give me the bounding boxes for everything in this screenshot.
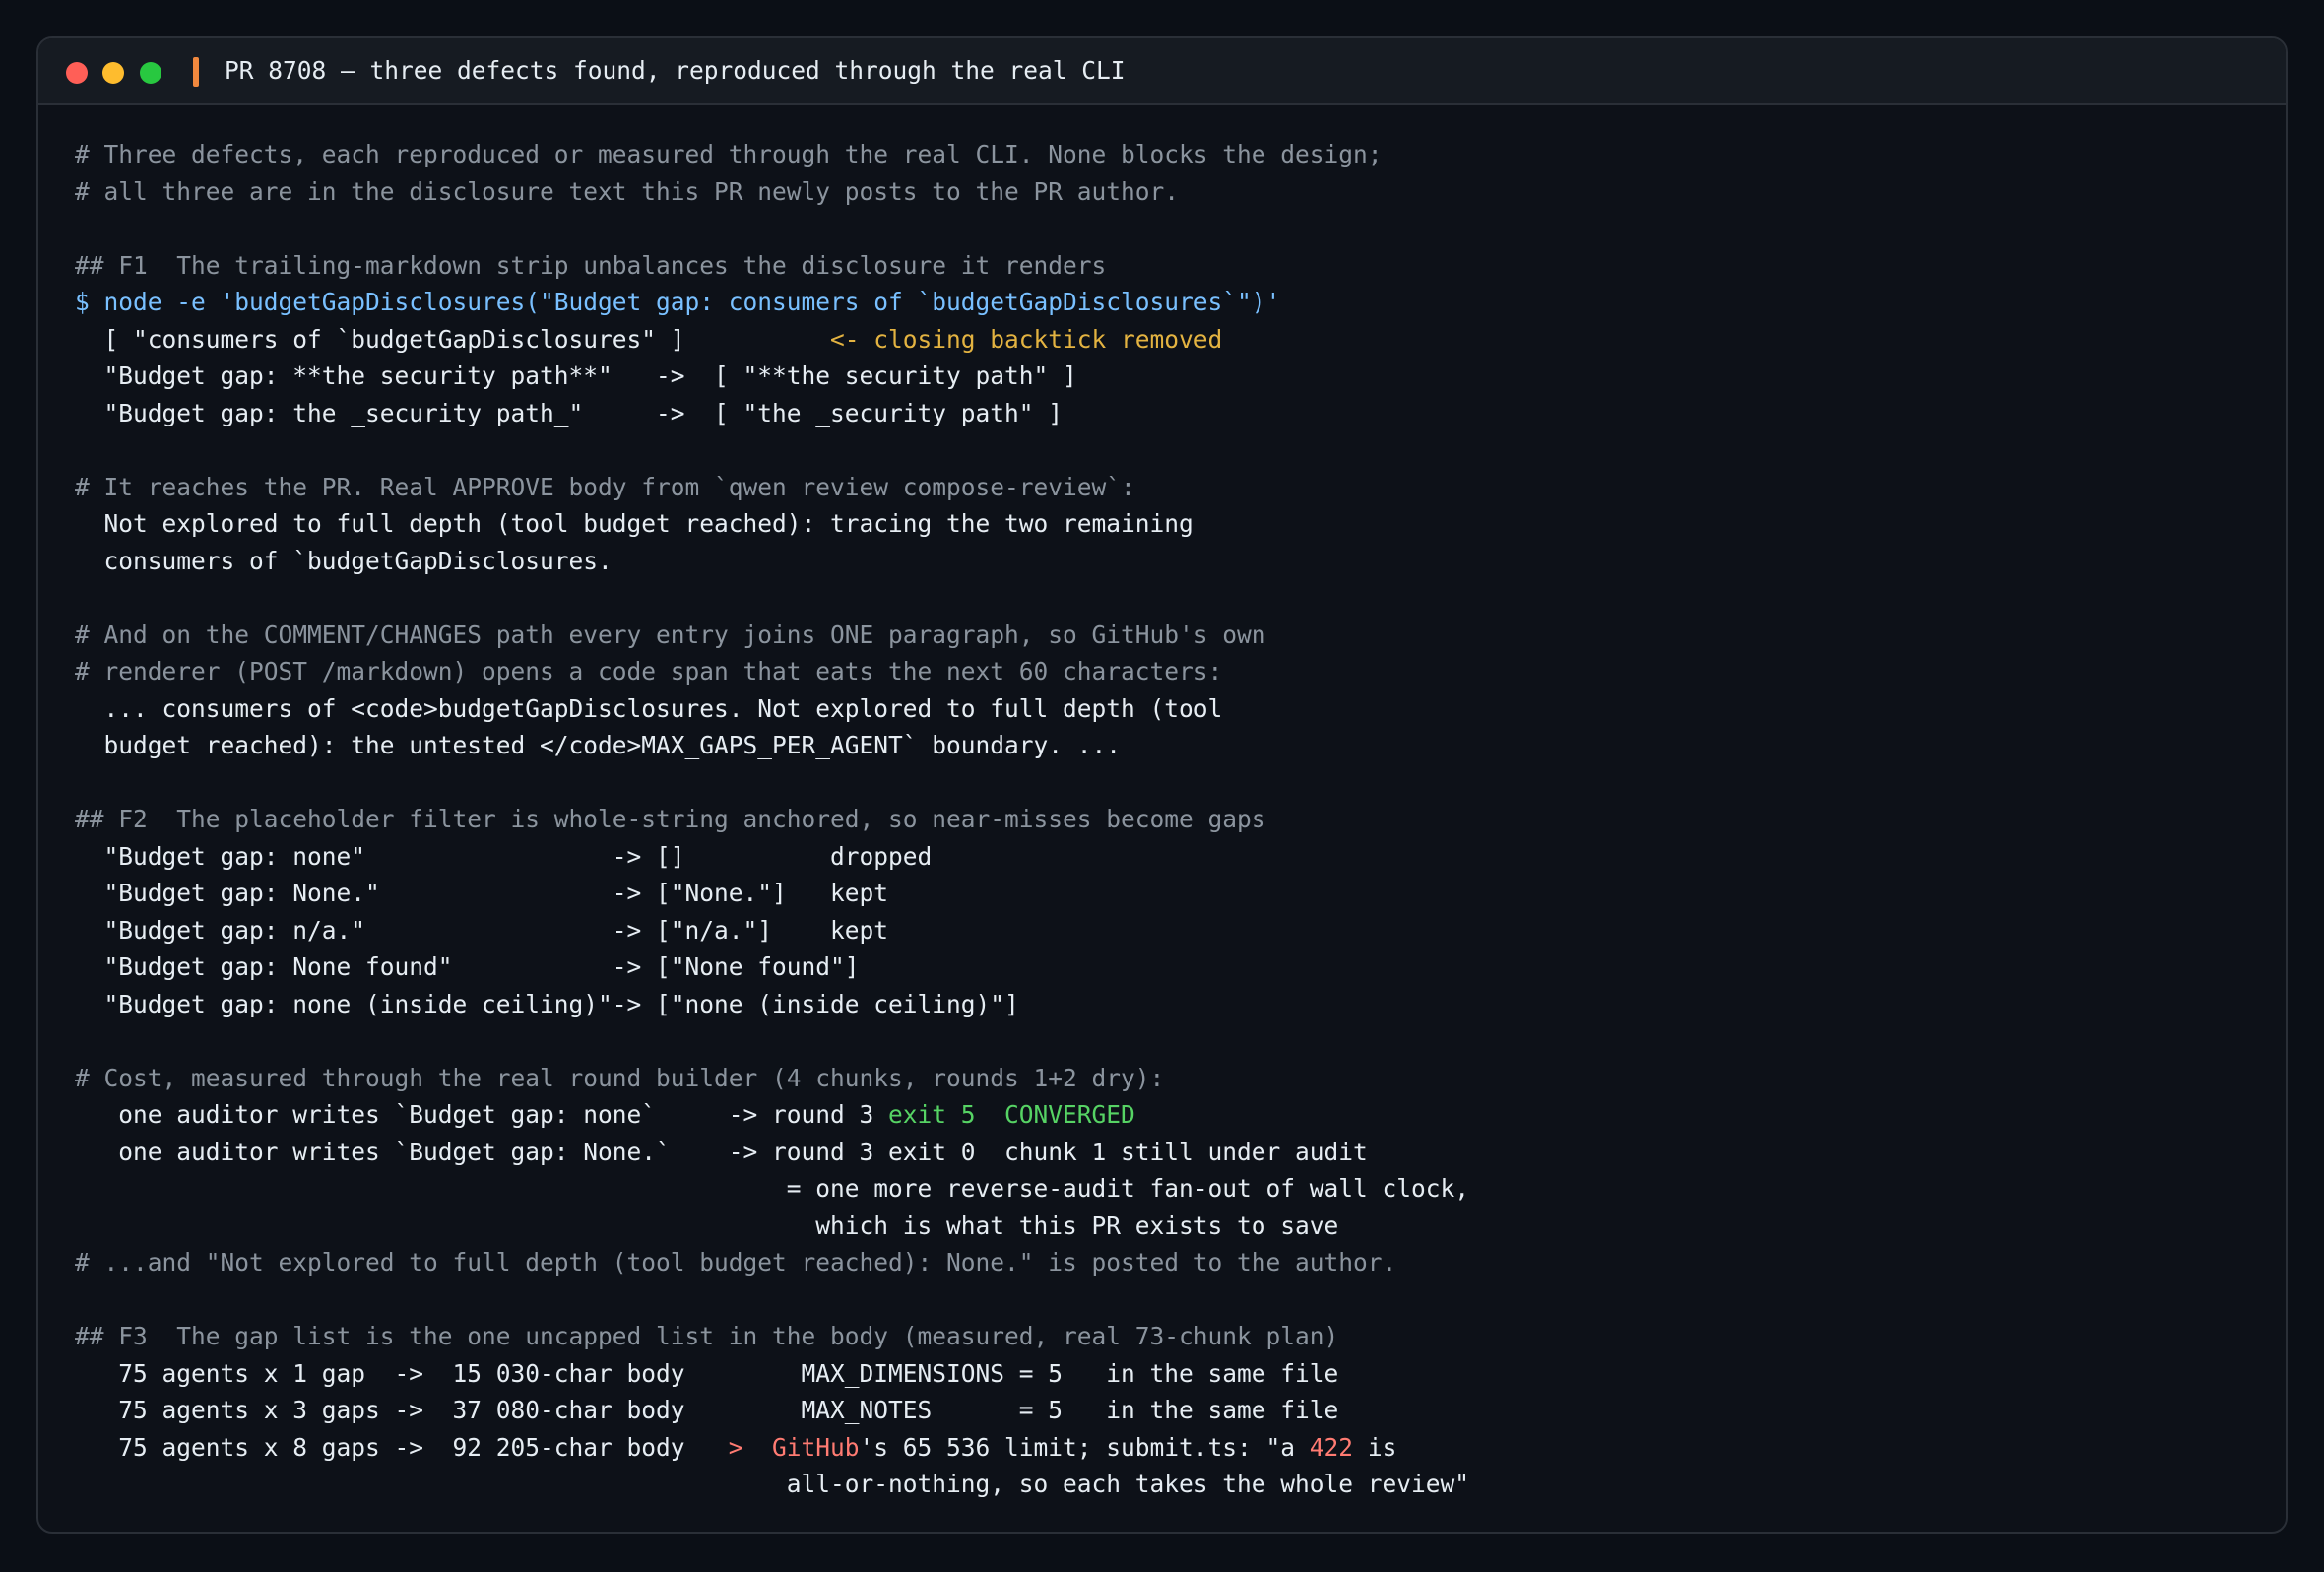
terminal-line: # It reaches the PR. Real APPROVE body f…	[75, 469, 1469, 506]
terminal-text: all-or-nothing, so each takes the whole …	[75, 1470, 1470, 1498]
title-bar: PR 8708 — three defects found, reproduce…	[38, 38, 2286, 105]
terminal-text: 's 65 536 limit; submit.ts: "a	[859, 1432, 1310, 1462]
terminal-line: [ "consumers of `budgetGapDisclosures" ]…	[75, 321, 1469, 359]
terminal-text: "Budget gap: none (inside ceiling)"-> ["…	[75, 989, 1019, 1018]
terminal-text: "Budget gap: None." -> ["None."] kept	[75, 879, 889, 907]
terminal-line: "Budget gap: none (inside ceiling)"-> ["…	[75, 986, 1469, 1023]
terminal-text: ... consumers of <code>budgetGapDisclosu…	[75, 693, 1223, 723]
window-title: PR 8708 — three defects found, reproduce…	[225, 56, 1126, 85]
terminal-line: $ node -e 'budgetGapDisclosures("Budget …	[75, 284, 1469, 321]
terminal-output[interactable]: # Three defects, each reproduced or meas…	[75, 136, 1469, 1503]
terminal-text: [ "consumers of `budgetGapDisclosures" ]	[75, 324, 831, 354]
close-window-button[interactable]	[66, 62, 88, 84]
terminal-text: is	[1353, 1432, 1397, 1462]
terminal-line: which is what this PR exists to save	[75, 1208, 1469, 1245]
terminal-text: one auditor writes `Budget gap: None.` -…	[75, 1137, 1368, 1166]
maximize-window-button[interactable]	[140, 62, 161, 84]
terminal-text: # It reaches the PR. Real APPROVE body f…	[75, 472, 1135, 501]
terminal-text: > GitHub	[728, 1432, 860, 1462]
terminal-line: = one more reverse-audit fan-out of wall…	[75, 1170, 1469, 1208]
terminal-text: = one more reverse-audit fan-out of wall…	[75, 1174, 1470, 1203]
minimize-window-button[interactable]	[102, 62, 124, 84]
terminal-line: # Three defects, each reproduced or meas…	[75, 136, 1469, 173]
terminal-text: # all three are in the disclosure text t…	[75, 176, 1180, 206]
terminal-line: "Budget gap: None found" -> ["None found…	[75, 949, 1469, 986]
terminal-text: consumers of `budgetGapDisclosures.	[75, 546, 613, 575]
terminal-text: which is what this PR exists to save	[75, 1211, 1339, 1240]
terminal-line: # all three are in the disclosure text t…	[75, 173, 1469, 211]
terminal-text: ## F2 The placeholder filter is whole-st…	[75, 805, 1266, 833]
terminal-text: ## F1 The trailing-markdown strip unbala…	[75, 250, 1107, 280]
terminal-text: "Budget gap: None found" -> ["None found…	[75, 952, 860, 981]
terminal-line: ## F1 The trailing-markdown strip unbala…	[75, 247, 1469, 285]
terminal-line: 75 agents x 1 gap -> 15 030-char body MA…	[75, 1355, 1469, 1393]
terminal-line: ... consumers of <code>budgetGapDisclosu…	[75, 690, 1469, 728]
terminal-text: "Budget gap: n/a." -> ["n/a."] kept	[75, 915, 889, 945]
terminal-line: ## F2 The placeholder filter is whole-st…	[75, 801, 1469, 838]
terminal-text: 422	[1309, 1432, 1354, 1462]
terminal-text: 75 agents x 1 gap -> 15 030-char body MA…	[75, 1358, 1339, 1388]
terminal-line: # ...and "Not explored to full depth (to…	[75, 1244, 1469, 1281]
title-accent-bar	[193, 57, 199, 87]
terminal-line: "Budget gap: none" -> [] dropped	[75, 838, 1469, 876]
terminal-text: # renderer (POST /markdown) opens a code…	[75, 657, 1223, 686]
terminal-text: "Budget gap: none" -> [] dropped	[75, 841, 933, 871]
terminal-text: ## F3 The gap list is the one uncapped l…	[75, 1322, 1339, 1350]
terminal-text: $ node -e 'budgetGapDisclosures("Budget …	[75, 288, 1281, 316]
terminal-window: PR 8708 — three defects found, reproduce…	[36, 36, 2288, 1534]
terminal-text: Not explored to full depth (tool budget …	[75, 509, 1194, 538]
terminal-line: 75 agents x 8 gaps -> 92 205-char body >…	[75, 1429, 1469, 1467]
terminal-text: # Three defects, each reproduced or meas…	[75, 140, 1383, 168]
terminal-text: budget reached): the untested </code>MAX…	[75, 731, 1122, 759]
terminal-text: # Cost, measured through the real round …	[75, 1063, 1165, 1092]
terminal-line: "Budget gap: **the security path**" -> […	[75, 358, 1469, 395]
terminal-text: 75 agents x 3 gaps -> 37 080-char body M…	[75, 1396, 1339, 1424]
terminal-text: one auditor writes `Budget gap: none` ->…	[75, 1100, 889, 1129]
terminal-line: "Budget gap: n/a." -> ["n/a."] kept	[75, 912, 1469, 950]
terminal-text: "Budget gap: **the security path**" -> […	[75, 361, 1077, 390]
terminal-line: # Cost, measured through the real round …	[75, 1060, 1469, 1097]
terminal-line: # renderer (POST /markdown) opens a code…	[75, 653, 1469, 690]
terminal-line: 75 agents x 3 gaps -> 37 080-char body M…	[75, 1392, 1469, 1429]
terminal-line: ## F3 The gap list is the one uncapped l…	[75, 1318, 1469, 1355]
terminal-line: # And on the COMMENT/CHANGES path every …	[75, 617, 1469, 654]
terminal-line: all-or-nothing, so each takes the whole …	[75, 1466, 1469, 1503]
terminal-line: budget reached): the untested </code>MAX…	[75, 727, 1469, 764]
terminal-line: "Budget gap: the _security path_" -> [ "…	[75, 395, 1469, 432]
terminal-line: consumers of `budgetGapDisclosures.	[75, 543, 1469, 580]
terminal-text: <- closing backtick removed	[830, 324, 1223, 354]
terminal-line: "Budget gap: None." -> ["None."] kept	[75, 875, 1469, 912]
terminal-text: # And on the COMMENT/CHANGES path every …	[75, 620, 1266, 649]
terminal-line: Not explored to full depth (tool budget …	[75, 505, 1469, 543]
terminal-line: one auditor writes `Budget gap: None.` -…	[75, 1134, 1469, 1171]
terminal-text: exit 5 CONVERGED	[888, 1100, 1135, 1129]
terminal-line: one auditor writes `Budget gap: none` ->…	[75, 1096, 1469, 1134]
terminal-text: 75 agents x 8 gaps -> 92 205-char body	[75, 1432, 729, 1462]
terminal-text: "Budget gap: the _security path_" -> [ "…	[75, 398, 1064, 427]
terminal-text: # ...and "Not explored to full depth (to…	[75, 1248, 1397, 1277]
